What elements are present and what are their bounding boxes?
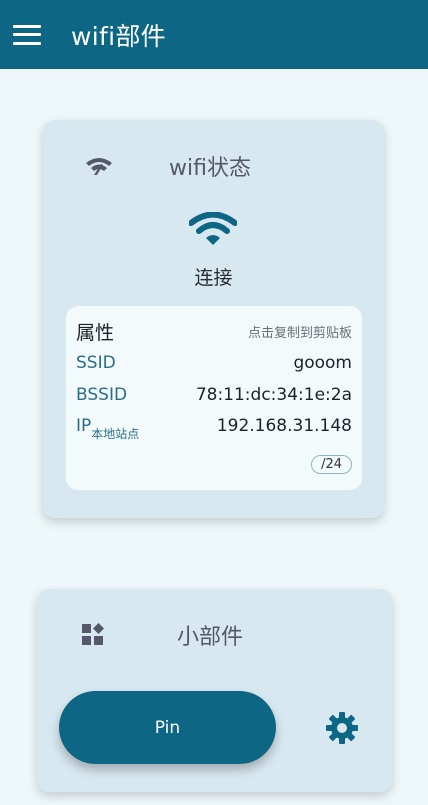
menu-icon[interactable] [13,24,41,45]
bssid-row[interactable]: BSSID 78:11:dc:34:1e:2a [76,385,352,405]
ip-sub-label: 本地站点 [91,427,140,441]
wifi-status-card: wifi状态 连接 属性 点击复制到剪贴板 SSID gooom BSSID 7… [43,120,384,518]
pin-button[interactable]: Pin [59,691,276,764]
widget-card-title: 小部件 [177,625,244,650]
app-title: wifi部件 [71,21,166,51]
wifi-signal-icon [86,158,112,175]
ip-label: IP [76,416,92,436]
prefix-chip[interactable]: /24 [311,455,352,474]
ssid-row[interactable]: SSID gooom [76,353,352,373]
app-bar: wifi部件 [0,0,428,69]
widgets-icon [82,623,104,645]
ssid-value: gooom [293,353,352,373]
widget-card-header: 小部件 [81,619,243,651]
wifi-card-header: wifi状态 [85,150,251,182]
ssid-label: SSID [76,353,116,373]
gear-icon[interactable] [325,711,359,745]
properties-panel: 属性 点击复制到剪贴板 SSID gooom BSSID 78:11:dc:34… [66,306,362,490]
wifi-card-title: wifi状态 [169,156,251,181]
bssid-value: 78:11:dc:34:1e:2a [195,385,352,405]
ip-value: 192.168.31.148 [216,416,352,436]
widget-card: 小部件 Pin [37,589,392,792]
wifi-icon [189,212,237,245]
properties-heading: 属性 [76,322,115,344]
ip-label-group: IP本地站点 [76,416,139,442]
ip-row[interactable]: IP本地站点 192.168.31.148 [76,416,352,442]
bssid-label: BSSID [76,385,128,405]
connection-status: 连接 [194,267,233,289]
copy-to-clipboard-hint[interactable]: 点击复制到剪贴板 [248,322,352,341]
